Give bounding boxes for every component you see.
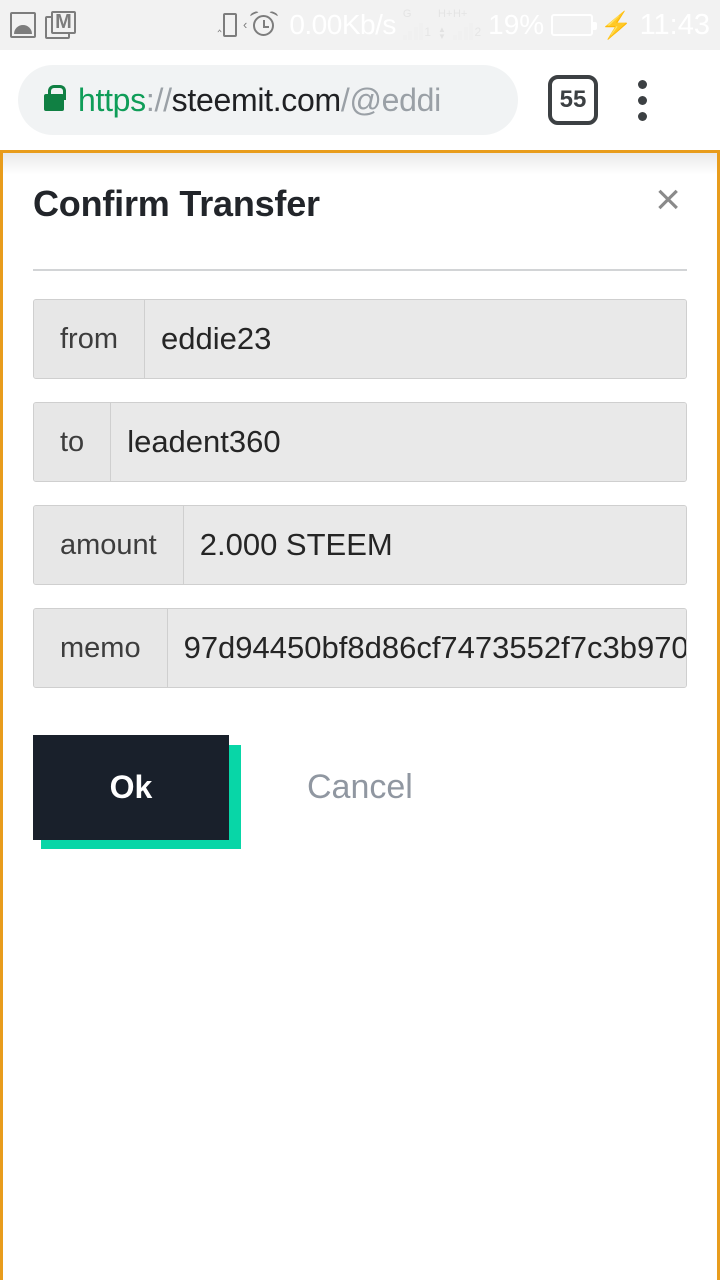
confirm-transfer-dialog: Confirm Transfer × from eddie23 to leade… xyxy=(3,153,717,849)
url-host: steemit.com xyxy=(171,81,341,118)
header-divider xyxy=(33,269,687,271)
dialog-header: Confirm Transfer × xyxy=(33,178,687,225)
status-bar-right-icons: ‸ ‹ 0.00Kb/s G 1 H+ ▲ ▼ H+ 2 19% ⚡ 11:43 xyxy=(217,8,710,42)
dialog-actions: Ok Cancel xyxy=(33,735,687,849)
ok-button-wrapper: Ok xyxy=(33,735,241,849)
ok-button[interactable]: Ok xyxy=(33,735,229,840)
url-path: @eddi xyxy=(349,81,441,118)
lock-icon xyxy=(44,84,66,111)
tab-switcher-button[interactable]: 55 xyxy=(548,75,598,125)
data-arrows-icon: ▲ ▼ xyxy=(438,25,446,41)
field-row-memo: memo 97d94450bf8d86cf7473552f7c3b970 xyxy=(33,608,687,688)
field-label-from: from xyxy=(34,300,145,378)
clock-text: 11:43 xyxy=(639,8,710,41)
signal-sim1-icon: G 1 xyxy=(402,8,432,40)
status-bar-left-icons xyxy=(10,11,77,39)
url-separator: :// xyxy=(145,81,172,118)
signal-sim2-icon: H+ 2 xyxy=(452,8,482,40)
field-row-from: from eddie23 xyxy=(33,299,687,379)
url-bar[interactable]: https://steemit.com/@eddi xyxy=(18,65,518,135)
field-row-amount: amount 2.000 STEEM xyxy=(33,505,687,585)
battery-icon xyxy=(551,14,598,36)
signal-sim1-type-label: G xyxy=(402,8,412,20)
network-speed-text: 0.00Kb/s xyxy=(289,9,396,40)
alarm-clock-icon xyxy=(249,10,279,39)
field-row-to: to leadent360 xyxy=(33,402,687,482)
url-scheme: https xyxy=(78,81,146,118)
url-text: https://steemit.com/@eddi xyxy=(78,82,441,119)
vibrate-icon: ‸ ‹ xyxy=(217,11,247,39)
field-value-to: leadent360 xyxy=(111,403,686,481)
field-value-memo: 97d94450bf8d86cf7473552f7c3b970 xyxy=(167,609,686,687)
browser-toolbar: https://steemit.com/@eddi 55 xyxy=(0,50,720,150)
field-label-to: to xyxy=(34,403,112,481)
page-title: Confirm Transfer xyxy=(33,183,320,224)
photo-icon xyxy=(10,12,36,38)
gmail-icon xyxy=(45,11,77,39)
field-value-amount: 2.000 STEEM xyxy=(183,506,686,584)
signal-sim1-index: 1 xyxy=(424,25,432,39)
browser-menu-icon[interactable] xyxy=(620,75,664,125)
cancel-button[interactable]: Cancel xyxy=(307,768,413,807)
field-value-from: eddie23 xyxy=(145,300,686,378)
signal-sim2-index: 2 xyxy=(474,25,482,39)
page-content: Confirm Transfer × from eddie23 to leade… xyxy=(0,150,720,1280)
field-label-memo: memo xyxy=(34,609,168,687)
close-icon[interactable]: × xyxy=(649,178,687,222)
signal-sim2-dim-icon: H+ ▲ ▼ xyxy=(438,9,452,41)
status-bar: ‸‹ 0.00Kb/s G 1 H+ ▲▼ H+ 2 19% ⚡ 11:43 xyxy=(0,0,720,50)
signal-sim2-alt-type-label: H+ xyxy=(438,8,453,20)
charging-bolt-icon: ⚡ xyxy=(600,10,633,40)
signal-sim2-type-label: H+ xyxy=(452,8,468,20)
field-label-amount: amount xyxy=(34,506,184,584)
battery-percent-text: 19% xyxy=(488,9,545,40)
